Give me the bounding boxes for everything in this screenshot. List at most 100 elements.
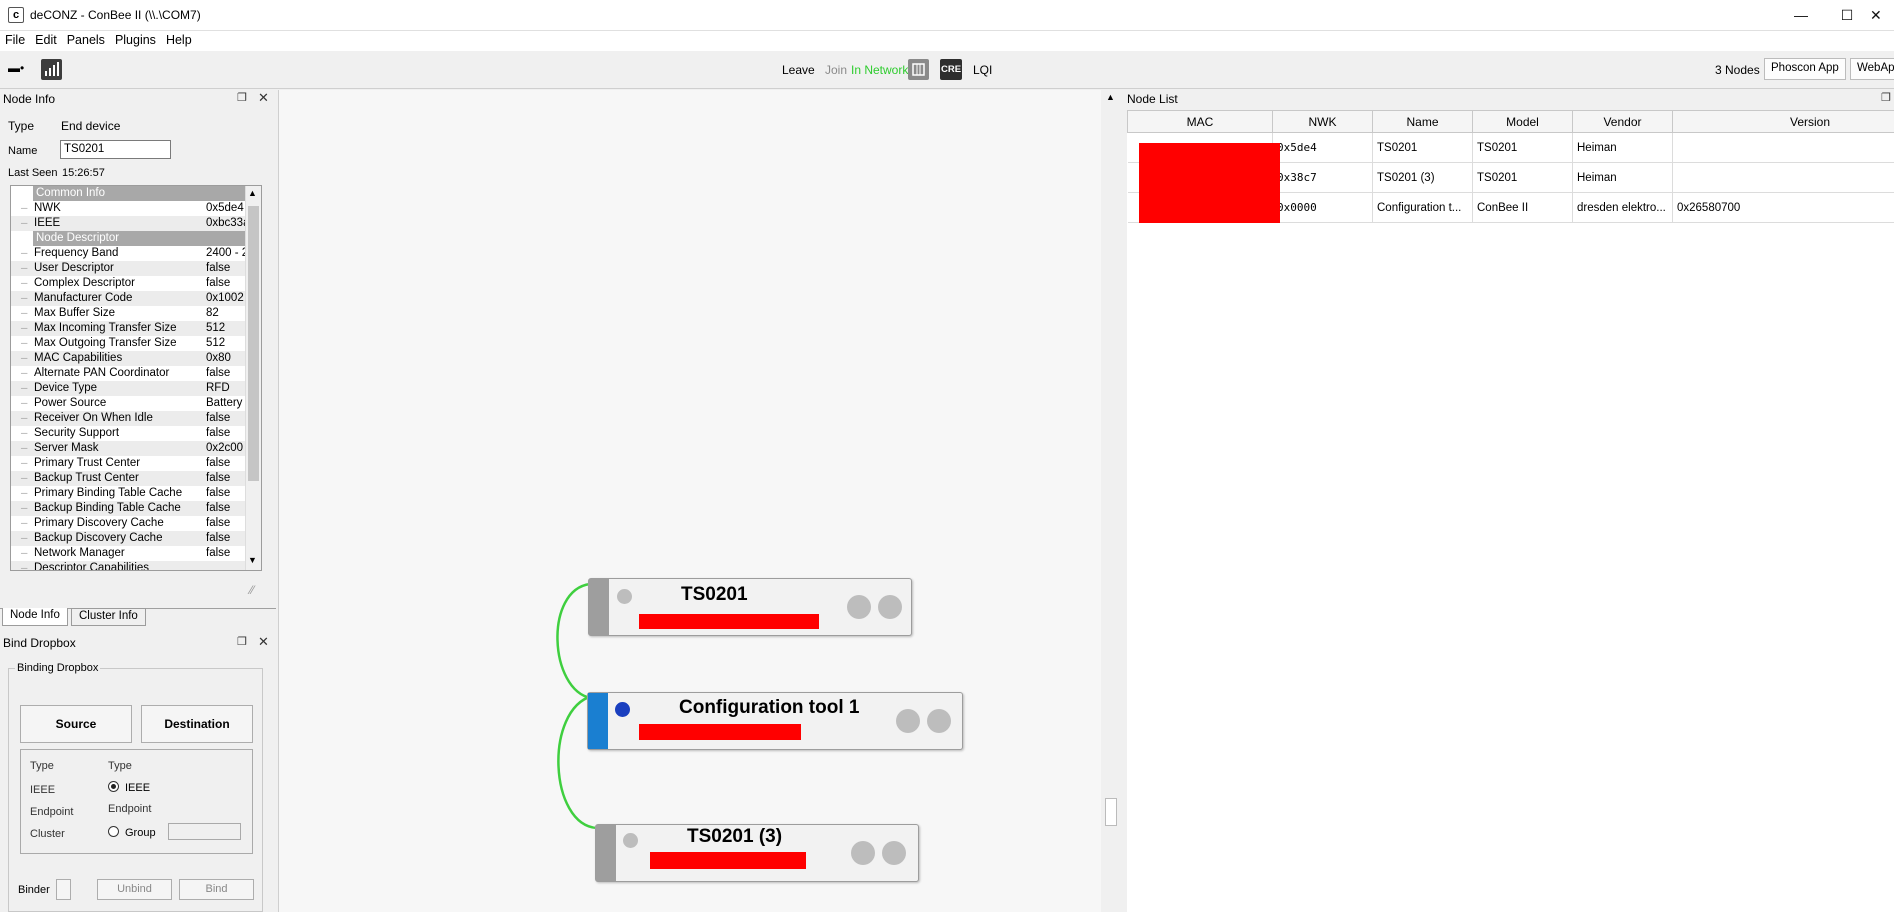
leave-button[interactable]: Leave	[782, 63, 815, 77]
node-info-tree[interactable]: Common Info ─ NWK 0x5de4 ─ IEEE 0xbc33a Node De…	[10, 185, 262, 571]
float-panel-icon[interactable]: ❐	[237, 91, 247, 104]
node-list-table-area[interactable]: MAC NWK Name Model Vendor Version 0x5de4 TS020…	[1127, 110, 1894, 912]
connect-plug-icon[interactable]: ▬•	[8, 61, 24, 75]
endpoint-icon[interactable]	[851, 841, 875, 865]
scroll-up-icon[interactable]: ▲	[248, 188, 257, 198]
tree-branch-icon: ─	[21, 323, 28, 333]
tree-branch-icon: ─	[21, 203, 28, 213]
tree-row[interactable]: ─ Primary Discovery Cache false	[11, 516, 261, 531]
bind-button[interactable]: Bind	[179, 879, 254, 900]
group-radio[interactable]	[108, 826, 119, 837]
node-name: TS0201	[681, 584, 748, 605]
unbind-button[interactable]: Unbind	[97, 879, 172, 900]
tree-row[interactable]: ─ User Descriptor false	[11, 261, 261, 276]
tree-branch-icon: ─	[21, 248, 28, 258]
lqi-button[interactable]: LQI	[973, 63, 992, 77]
scroll-down-icon[interactable]: ▼	[248, 555, 257, 565]
column-header-name[interactable]: Name	[1372, 110, 1473, 133]
network-canvas[interactable]: ▲ TS0201 Configuration tool 1 TS0201 (3)	[278, 90, 1121, 912]
tree-row[interactable]: ─ Primary Trust Center false	[11, 456, 261, 471]
node-card-ts0201-3[interactable]: TS0201 (3)	[595, 824, 919, 882]
tree-row[interactable]: ─ Frequency Band 2400 - 2	[11, 246, 261, 261]
tree-section-header[interactable]: Node Descriptor	[33, 231, 261, 246]
cell-model: TS0201	[1472, 132, 1573, 163]
tree-row[interactable]: ─ Max Outgoing Transfer Size 512	[11, 336, 261, 351]
tree-row[interactable]: ─ Security Support false	[11, 426, 261, 441]
tree-rows: Common Info ─ NWK 0x5de4 ─ IEEE 0xbc33a Node De…	[11, 186, 261, 570]
endpoint-icon[interactable]	[847, 595, 871, 619]
tree-row[interactable]: ─ Primary Binding Table Cache false	[11, 486, 261, 501]
tree-row[interactable]: ─ Device Type RFD	[11, 381, 261, 396]
menu-panels[interactable]: Panels	[62, 31, 110, 49]
column-header-mac[interactable]: MAC	[1127, 110, 1273, 133]
minimize-button[interactable]: —	[1778, 0, 1824, 31]
tree-key: Backup Discovery Cache	[34, 532, 163, 544]
tree-row[interactable]: ─ Max Incoming Transfer Size 512	[11, 321, 261, 336]
tree-row[interactable]: ─ NWK 0x5de4	[11, 201, 261, 216]
tree-row[interactable]: ─ Power Source Battery	[11, 396, 261, 411]
tree-branch-icon: ─	[21, 383, 28, 393]
source-type-label: Type	[30, 760, 54, 772]
destination-button[interactable]: Destination	[141, 705, 253, 743]
canvas-scroll-up-icon[interactable]: ▲	[1106, 92, 1115, 102]
menu-edit[interactable]: Edit	[30, 31, 62, 49]
endpoint-icon[interactable]	[878, 595, 902, 619]
resize-grip-icon[interactable]: ⁄⁄	[250, 583, 254, 597]
endpoint-icon[interactable]	[896, 709, 920, 733]
tree-row[interactable]: ─ MAC Capabilities 0x80	[11, 351, 261, 366]
tree-row[interactable]: ─ Backup Trust Center false	[11, 471, 261, 486]
signal-bars-icon[interactable]	[41, 59, 62, 80]
tree-row[interactable]: ─ Complex Descriptor false	[11, 276, 261, 291]
tree-row[interactable]: ─ Receiver On When Idle false	[11, 411, 261, 426]
float-panel-icon[interactable]: ❐	[1881, 91, 1891, 104]
column-header-vendor[interactable]: Vendor	[1572, 110, 1673, 133]
canvas-scrollbar[interactable]: ▲	[1101, 90, 1121, 912]
canvas-scroll-thumb[interactable]	[1105, 798, 1117, 826]
menu-help[interactable]: Help	[161, 31, 197, 49]
tree-branch-icon: ─	[21, 368, 28, 378]
phoscon-app-button[interactable]: Phoscon App	[1764, 58, 1846, 80]
tree-key: Receiver On When Idle	[34, 412, 153, 424]
webapp-button[interactable]: WebApp	[1850, 58, 1894, 80]
tree-branch-icon: ─	[21, 353, 28, 363]
binder-button[interactable]	[56, 879, 71, 900]
tree-row[interactable]: ─ Server Mask 0x2c00	[11, 441, 261, 456]
group-input[interactable]	[168, 823, 241, 840]
close-panel-icon[interactable]: ✕	[258, 90, 269, 106]
join-button[interactable]: Join	[825, 63, 847, 77]
menu-file[interactable]: File	[0, 31, 30, 49]
tree-row[interactable]: ─ Backup Discovery Cache false	[11, 531, 261, 546]
tree-row[interactable]: ─ Manufacturer Code 0x1002	[11, 291, 261, 306]
source-button[interactable]: Source	[20, 705, 132, 743]
tree-row[interactable]: ─ Network Manager false	[11, 546, 261, 561]
close-button[interactable]: ✕	[1870, 0, 1894, 31]
tree-section-header[interactable]: Common Info	[33, 186, 261, 201]
tree-row[interactable]: ─ Max Buffer Size 82	[11, 306, 261, 321]
column-header-nwk[interactable]: NWK	[1272, 110, 1373, 133]
tree-key: Server Mask	[34, 442, 99, 454]
tab-cluster-info[interactable]: Cluster Info	[71, 608, 146, 626]
cre-button[interactable]: CRE	[940, 59, 962, 80]
node-card-ts0201[interactable]: TS0201	[588, 578, 912, 636]
name-input[interactable]: TS0201	[60, 140, 171, 159]
network-config-icon[interactable]	[908, 59, 929, 80]
binder-label: Binder	[18, 884, 50, 896]
tree-row[interactable]: ─ Alternate PAN Coordinator false	[11, 366, 261, 381]
endpoint-icon[interactable]	[882, 841, 906, 865]
tree-row[interactable]: ─ IEEE 0xbc33a	[11, 216, 261, 231]
tree-row[interactable]: ─ Descriptor Capabilities	[11, 561, 261, 570]
status-dot-icon	[615, 702, 630, 717]
column-header-version[interactable]: Version	[1672, 110, 1894, 133]
tree-scrollbar[interactable]: ▲ ▼	[245, 186, 261, 570]
ieee-radio[interactable]	[108, 781, 119, 792]
menu-plugins[interactable]: Plugins	[110, 31, 161, 49]
endpoint-icon[interactable]	[927, 709, 951, 733]
tree-row[interactable]: ─ Backup Binding Table Cache false	[11, 501, 261, 516]
float-panel-icon[interactable]: ❐	[237, 635, 247, 648]
tab-node-info[interactable]: Node Info	[2, 608, 68, 626]
scrollbar-thumb[interactable]	[248, 206, 259, 481]
close-panel-icon[interactable]: ✕	[258, 634, 269, 650]
column-header-model[interactable]: Model	[1472, 110, 1573, 133]
maximize-button[interactable]: ☐	[1824, 0, 1870, 31]
node-card-configuration-tool[interactable]: Configuration tool 1	[587, 692, 963, 750]
